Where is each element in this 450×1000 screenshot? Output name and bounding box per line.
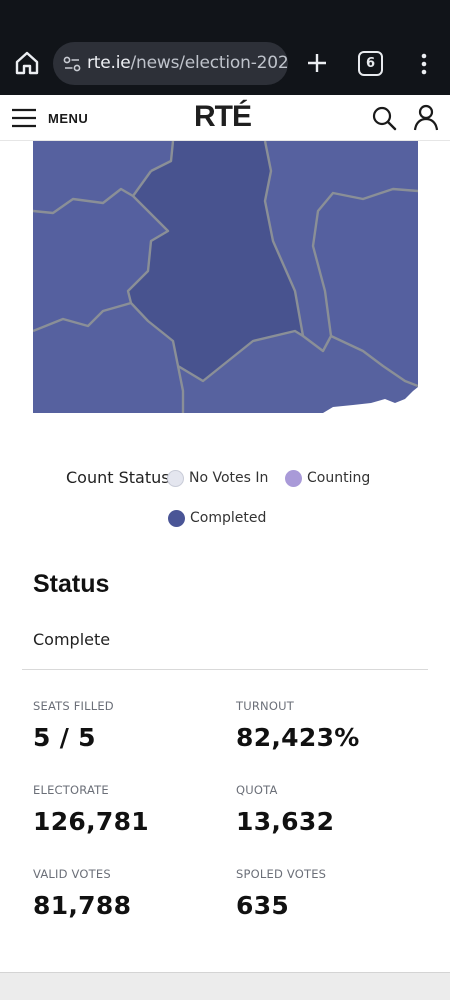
hamburger-icon — [12, 108, 36, 128]
stat-value: 126,781 — [33, 807, 149, 836]
stat-seats-filled: SEATS FILLED 5 / 5 — [33, 699, 223, 752]
stat-value: 635 — [236, 891, 290, 920]
browser-toolbar: rte.ie/news/election-202 6 — [0, 0, 450, 95]
legend-item-no-votes-in[interactable]: No Votes In — [167, 469, 277, 489]
stat-electorate: ELECTORATE 126,781 — [33, 783, 223, 836]
url-path: /news/election-202 — [130, 53, 288, 73]
stat-label: QUOTA — [236, 783, 278, 797]
constituency-map[interactable] — [33, 141, 418, 413]
home-icon[interactable] — [12, 48, 42, 78]
legend-item-counting[interactable]: Counting — [285, 469, 385, 489]
site-header: MENU RTÉ — [0, 95, 450, 141]
stat-value: 5 / 5 — [33, 723, 96, 752]
circle-navy-icon — [168, 510, 185, 527]
legend-title: Count Status — [66, 468, 170, 487]
circle-light-icon — [167, 470, 184, 487]
bottom-bar — [0, 972, 450, 1000]
legend-label: Counting — [307, 470, 371, 486]
tab-switcher-button[interactable]: 6 — [358, 51, 383, 76]
rte-logo[interactable]: RTÉ — [194, 100, 252, 134]
site-settings-icon[interactable] — [62, 54, 82, 74]
menu-label: MENU — [48, 111, 89, 126]
user-account-icon[interactable] — [412, 103, 440, 131]
search-icon[interactable] — [370, 104, 398, 132]
stat-spoiled-votes: SPOLED VOTES 635 — [236, 867, 426, 920]
url-text: rte.ie/news/election-202 — [87, 53, 287, 73]
stat-value: 13,632 — [236, 807, 335, 836]
legend-label: Completed — [190, 510, 267, 526]
stat-value: 82,423% — [236, 723, 360, 752]
url-host: rte.ie — [87, 53, 131, 73]
legend-item-completed[interactable]: Completed — [168, 509, 278, 529]
status-heading: Status — [33, 570, 110, 598]
divider — [22, 669, 428, 670]
stat-label: TURNOUT — [236, 699, 294, 713]
stat-label: SPOLED VOTES — [236, 867, 327, 881]
stat-valid-votes: VALID VOTES 81,788 — [33, 867, 223, 920]
map-legend: Count Status No Votes In Counting Comple… — [0, 462, 450, 542]
stat-label: ELECTORATE — [33, 783, 109, 797]
stat-turnout: TURNOUT 82,423% — [236, 699, 426, 752]
menu-button[interactable]: MENU — [10, 104, 110, 132]
stat-label: VALID VOTES — [33, 867, 111, 881]
more-options-icon[interactable] — [410, 50, 438, 78]
stat-value: 81,788 — [33, 891, 132, 920]
circle-lavender-icon — [285, 470, 302, 487]
legend-label: No Votes In — [189, 470, 269, 486]
address-bar[interactable]: rte.ie/news/election-202 — [53, 42, 288, 85]
stat-label: SEATS FILLED — [33, 699, 114, 713]
status-value: Complete — [33, 630, 111, 649]
stat-quota: QUOTA 13,632 — [236, 783, 426, 836]
new-tab-icon[interactable] — [303, 49, 331, 77]
